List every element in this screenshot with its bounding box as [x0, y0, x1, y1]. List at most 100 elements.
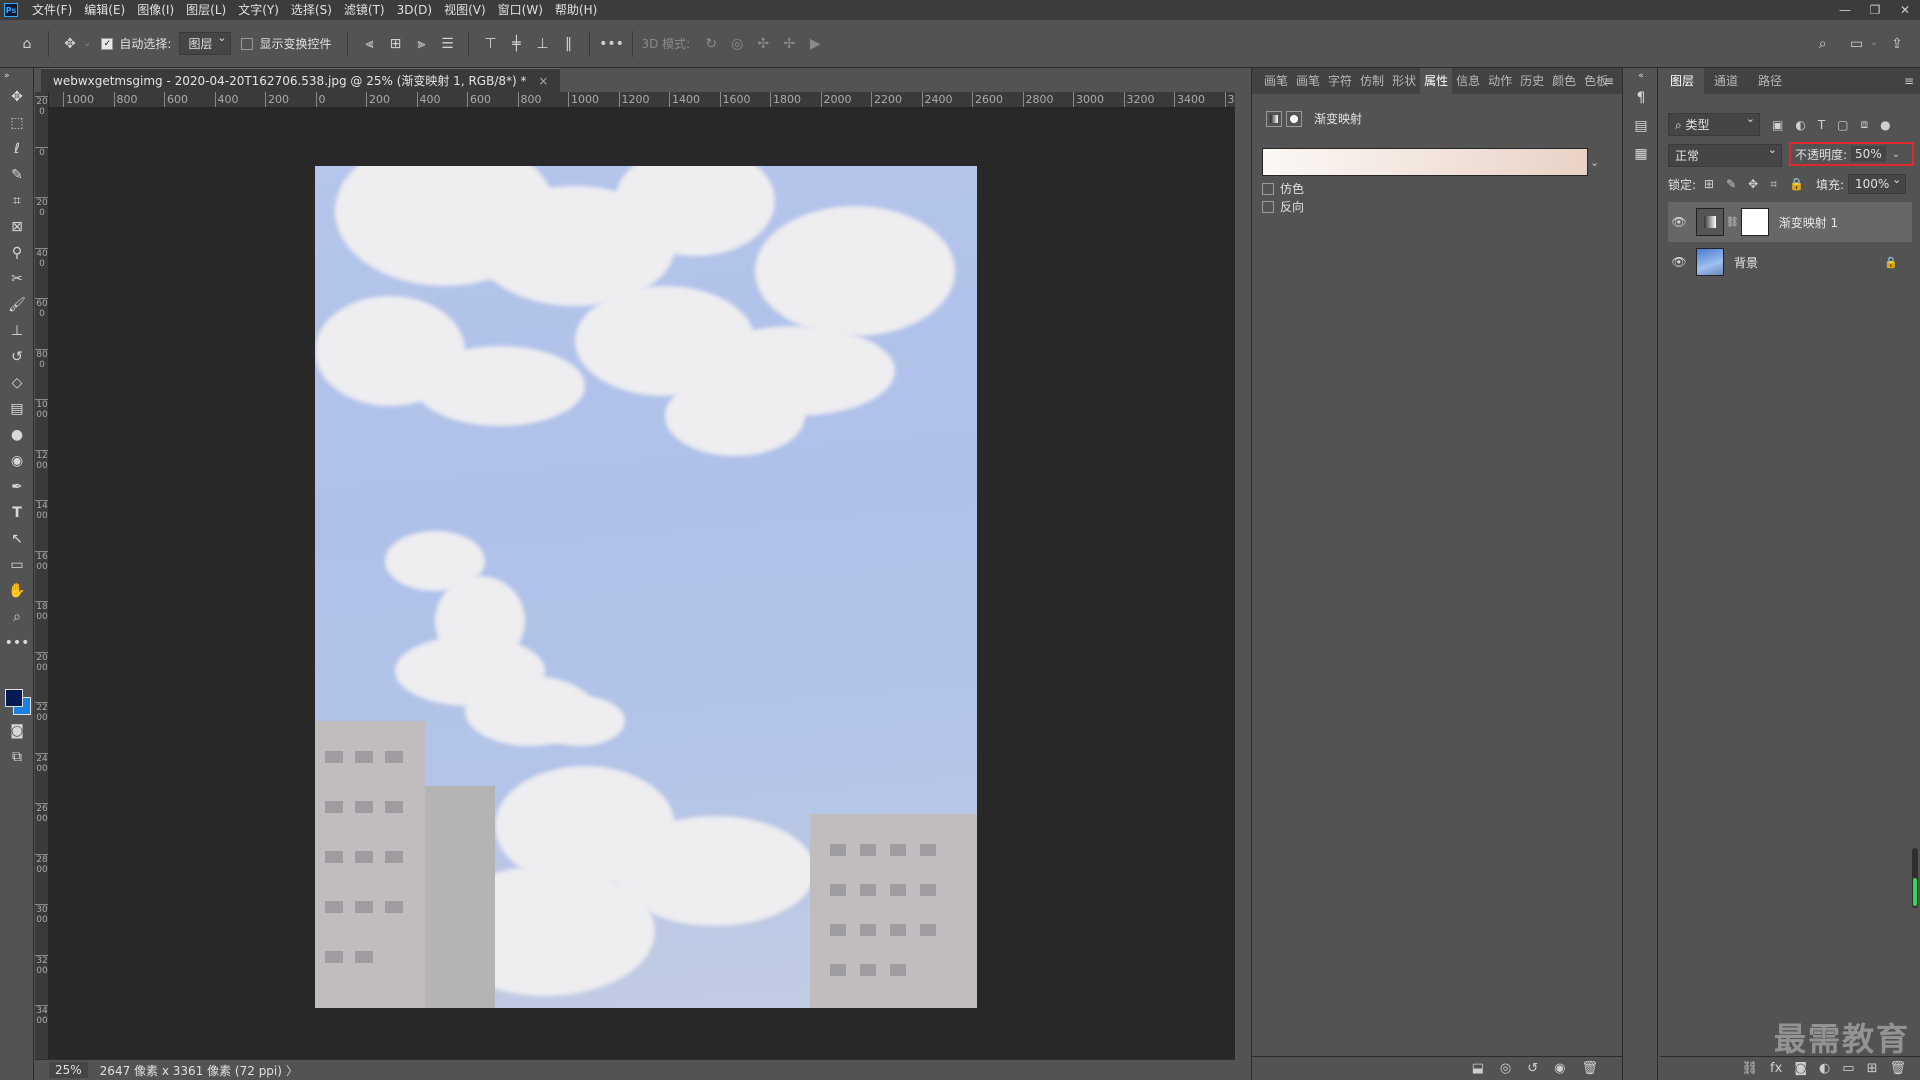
adjustment-filter-icon[interactable]: ◐ [1795, 118, 1805, 132]
menu-image[interactable]: 图像(I) [131, 0, 180, 20]
menu-edit[interactable]: 编辑(E) [78, 0, 131, 20]
dither-option[interactable]: 仿色 [1262, 180, 1304, 197]
search-icon[interactable]: ⌕ [1812, 33, 1834, 55]
orbit-3d-icon[interactable]: ↻ [700, 33, 722, 55]
reverse-option[interactable]: 反向 [1262, 198, 1304, 215]
tab-properties[interactable]: 属性 [1420, 68, 1453, 94]
tab-history[interactable]: 历史 [1516, 68, 1548, 94]
move-tool-icon[interactable]: ✥ [59, 33, 81, 55]
document-canvas[interactable] [315, 166, 977, 1008]
type-filter-icon[interactable]: T [1818, 118, 1825, 132]
fill-input[interactable]: 100% [1848, 173, 1907, 194]
menu-layer[interactable]: 图层(L) [180, 0, 232, 20]
chevron-down-icon[interactable]: ⌄ [1590, 156, 1599, 169]
clone-stamp-tool-icon[interactable]: ⊥ [0, 318, 34, 344]
chevron-down-icon[interactable]: ⌄ [1870, 37, 1878, 55]
auto-select-target-dropdown[interactable]: 图层 [179, 31, 232, 55]
paragraph-icon[interactable]: ¶ [1623, 84, 1659, 112]
blend-mode-dropdown[interactable]: 正常 [1668, 143, 1782, 167]
share-icon[interactable]: ⇪ [1886, 33, 1908, 55]
align-bottom-icon[interactable]: ⊥ [531, 33, 553, 55]
workspace-icon[interactable]: ▭ [1846, 33, 1868, 55]
color-swatches[interactable] [5, 685, 33, 715]
home-icon[interactable]: ⌂ [16, 33, 38, 55]
eye-icon[interactable]: 👁 [1668, 255, 1690, 269]
lock-paint-icon[interactable]: ✎ [1726, 177, 1736, 191]
foreground-color-swatch[interactable] [5, 689, 23, 707]
healing-tool-icon[interactable]: ✂ [0, 266, 34, 292]
scale-3d-icon[interactable]: ▶ [804, 33, 826, 55]
quick-select-tool-icon[interactable]: ✎ [0, 162, 34, 188]
reset-icon[interactable]: ↺ [1527, 1061, 1538, 1076]
blur-tool-icon[interactable]: ● [0, 422, 34, 448]
menu-type[interactable]: 文字(Y) [232, 0, 285, 20]
lock-position-icon[interactable]: ✥ [1748, 177, 1758, 191]
hand-tool-icon[interactable]: ✋ [0, 578, 34, 604]
tab-shape[interactable]: 形状 [1388, 68, 1420, 94]
mask-icon[interactable] [1286, 110, 1302, 127]
auto-select-checkbox[interactable]: ✓ [101, 37, 114, 50]
layer-filter-dropdown[interactable]: ⌕ 类型 [1668, 112, 1760, 136]
menu-filter[interactable]: 滤镜(T) [338, 0, 391, 20]
panel-menu-icon[interactable]: ≡ [1604, 74, 1614, 88]
reverse-checkbox[interactable] [1262, 200, 1274, 213]
collapse-icon[interactable]: « [1623, 68, 1659, 84]
pan-3d-icon[interactable]: ✣ [752, 33, 774, 55]
fx-icon[interactable]: fx [1770, 1061, 1782, 1076]
align-center-h-icon[interactable]: ⊞ [384, 33, 406, 55]
show-transform-checkbox[interactable] [241, 37, 254, 50]
marquee-tool-icon[interactable]: ⬚ [0, 110, 34, 136]
shape-filter-icon[interactable]: ▢ [1837, 118, 1848, 132]
dither-checkbox[interactable] [1262, 182, 1274, 195]
move-tool-icon[interactable]: ✥ [0, 84, 34, 110]
gradient-preview[interactable] [1262, 148, 1588, 176]
link-layers-icon[interactable]: ⛓ [1742, 1061, 1759, 1076]
notes-icon[interactable]: ▦ [1623, 140, 1659, 168]
close-icon[interactable]: × [538, 74, 548, 88]
tab-info[interactable]: 信息 [1452, 68, 1484, 94]
panel-menu-icon[interactable]: ≡ [1904, 74, 1914, 88]
lock-transparent-icon[interactable]: ⊞ [1704, 177, 1714, 191]
collapse-icon[interactable]: » [0, 68, 34, 84]
distribute-v-icon[interactable]: ☰ [436, 33, 458, 55]
align-top-icon[interactable]: ⊤ [479, 33, 501, 55]
image-filter-icon[interactable]: ▣ [1772, 118, 1783, 132]
panel-scrollbar[interactable] [1912, 848, 1918, 908]
add-mask-icon[interactable]: ◙ [1794, 1061, 1807, 1076]
lasso-tool-icon[interactable]: ℓ [0, 136, 34, 162]
canvas-area[interactable] [49, 108, 1235, 1059]
new-layer-icon[interactable]: ⊞ [1867, 1061, 1878, 1076]
tab-clone-source[interactable]: 仿制 [1356, 68, 1388, 94]
eyedropper-tool-icon[interactable]: ⚲ [0, 240, 34, 266]
view-previous-icon[interactable]: ◎ [1500, 1061, 1511, 1076]
restore-button[interactable]: ❐ [1860, 0, 1890, 20]
tab-channels[interactable]: 通道 [1704, 68, 1748, 94]
quick-mask-icon[interactable]: ◙ [0, 718, 34, 744]
menu-3d[interactable]: 3D(D) [391, 0, 438, 20]
edit-toolbar-icon[interactable]: ••• [0, 630, 34, 656]
tab-color[interactable]: 颜色 [1548, 68, 1580, 94]
chevron-down-icon[interactable]: ⌄ [83, 38, 91, 49]
lock-artboard-icon[interactable]: ⌗ [1770, 177, 1777, 192]
layer-row-gradient-map[interactable]: 👁 ⛓ 渐变映射 1 [1668, 202, 1912, 242]
align-right-icon[interactable]: ⫸ [410, 33, 432, 55]
menu-view[interactable]: 视图(V) [438, 0, 492, 20]
screen-mode-icon[interactable]: ⧉ [0, 744, 34, 770]
menu-window[interactable]: 窗口(W) [492, 0, 549, 20]
smart-object-filter-icon[interactable]: ⧈ [1861, 117, 1869, 132]
rectangle-tool-icon[interactable]: ▭ [0, 552, 34, 578]
menu-help[interactable]: 帮助(H) [549, 0, 603, 20]
link-icon[interactable]: ⛓ [1726, 217, 1739, 228]
filter-toggle-icon[interactable]: ● [1880, 118, 1890, 132]
distribute-h-icon[interactable]: ‖ [557, 33, 579, 55]
new-adjustment-icon[interactable]: ◐ [1819, 1061, 1830, 1076]
tab-brushes[interactable]: 画笔 [1292, 68, 1324, 94]
minimize-button[interactable]: — [1830, 0, 1860, 20]
trash-icon[interactable]: 🗑 [1581, 1061, 1598, 1076]
type-tool-icon[interactable]: T [0, 500, 34, 526]
crop-tool-icon[interactable]: ⌗ [0, 188, 34, 214]
eraser-tool-icon[interactable]: ◇ [0, 370, 34, 396]
libraries-icon[interactable]: ▤ [1623, 112, 1659, 140]
dodge-tool-icon[interactable]: ◉ [0, 448, 34, 474]
new-group-icon[interactable]: ▭ [1842, 1061, 1854, 1076]
